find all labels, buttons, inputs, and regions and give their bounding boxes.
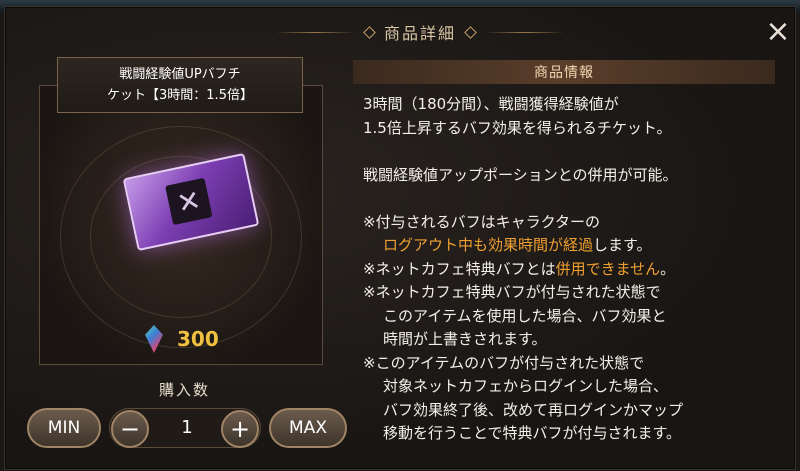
item-detail-dialog: 商品詳細 × 戦闘経験値UPバフチ ケット【3時間：1.5倍】 ✕ 300 購入… bbox=[4, 6, 796, 470]
dialog-title: 商品詳細 bbox=[384, 24, 457, 43]
highlight-text: ログアウト中も効果時間が経過 bbox=[383, 236, 594, 254]
quantity-stepper: − 1 + bbox=[109, 408, 261, 448]
info-header-label: 商品情報 bbox=[534, 65, 594, 81]
gem-icon bbox=[145, 325, 163, 353]
title-divider-right bbox=[485, 31, 566, 33]
item-name-plate: 戦闘経験値UPバフチ ケット【3時間：1.5倍】 bbox=[57, 57, 303, 113]
diamond-ornament-icon bbox=[464, 25, 477, 39]
note-text: ※ネットカフェ特典バフとは bbox=[363, 259, 556, 278]
note-line: ※ネットカフェ特典バフとは併用できません。 bbox=[363, 258, 791, 282]
note-line: 対象ネットカフェからログインした場合、 bbox=[383, 377, 669, 395]
highlight-text: 併用できません bbox=[555, 259, 661, 278]
item-name: 戦闘経験値UPバフチ ケット【3時間：1.5倍】 bbox=[107, 64, 253, 106]
note-line: 移動を行うことで特典バフが付与されます。 bbox=[383, 424, 682, 442]
minus-icon: − bbox=[119, 415, 141, 443]
note-line: このアイテムを使用した場合、バフ効果と bbox=[383, 306, 667, 325]
max-button[interactable]: MAX bbox=[269, 408, 347, 448]
plus-icon: + bbox=[229, 415, 251, 443]
note-line: ※ネットカフェ特典バフが付与された状態で bbox=[363, 283, 661, 301]
crossed-swords-icon: ✕ bbox=[165, 177, 213, 226]
quantity-label: 購入数 bbox=[159, 381, 211, 399]
note-line: ※付与されるバフはキャラクターの bbox=[363, 212, 600, 231]
note-line: ログアウト中も効果時間が経過します。 bbox=[363, 234, 791, 258]
note-line: 時間が上書きされます。 bbox=[383, 330, 547, 348]
note-line: ※このアイテムのバフが付与された状態で bbox=[363, 353, 645, 372]
description-line: 1.5倍上昇するバフ効果を得られるチケット。 bbox=[363, 118, 672, 137]
quantity-value[interactable]: 1 bbox=[170, 417, 204, 438]
info-header: 商品情報 bbox=[353, 60, 775, 84]
dialog-title-bar: 商品詳細 bbox=[275, 17, 566, 47]
item-name-line1: 戦闘経験値UPバフチ bbox=[119, 67, 241, 82]
note-text: 。 bbox=[660, 259, 676, 278]
note-text: します。 bbox=[593, 236, 652, 254]
note-line: バフ効果終了後、改めて再ログインかマップ bbox=[383, 400, 684, 419]
min-button[interactable]: MIN bbox=[27, 408, 101, 448]
description-line: 戦闘経験値アップポーションとの併用が可能。 bbox=[363, 165, 678, 184]
minus-button[interactable]: − bbox=[111, 410, 149, 448]
item-description: 3時間（180分間）、戦闘獲得経験値が 1.5倍上昇するバフ効果を得られるチケッ… bbox=[363, 93, 791, 446]
close-icon: × bbox=[765, 14, 791, 49]
price-display: 300 bbox=[145, 325, 219, 353]
price-value: 300 bbox=[177, 327, 219, 351]
close-button[interactable]: × bbox=[763, 17, 793, 47]
title-divider-left bbox=[275, 31, 355, 33]
diamond-ornament-icon bbox=[363, 25, 376, 39]
item-name-line2: ケット【3時間：1.5倍】 bbox=[107, 88, 253, 103]
plus-button[interactable]: + bbox=[221, 410, 259, 448]
max-button-label: MAX bbox=[289, 418, 327, 438]
description-line: 3時間（180分間）、戦闘獲得経験値が bbox=[363, 95, 619, 113]
min-button-label: MIN bbox=[47, 418, 81, 438]
